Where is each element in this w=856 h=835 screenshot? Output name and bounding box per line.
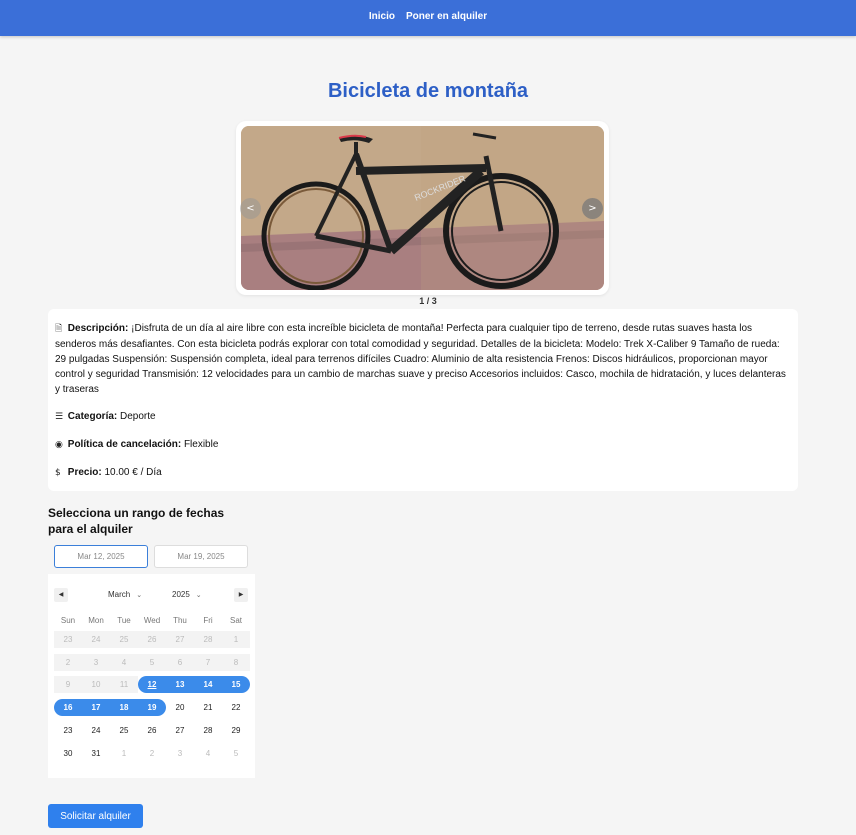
month-select[interactable]: March ⌄ — [108, 590, 142, 599]
carousel-next-button[interactable]: > — [582, 198, 603, 219]
calendar-day: 8 — [233, 657, 239, 667]
nav-link-poner-en-alquiler[interactable]: Poner en alquiler — [406, 11, 487, 22]
weekday-label: Thu — [173, 616, 187, 625]
calendar-day-selected[interactable]: 16 — [54, 699, 82, 716]
calendar-days-grid: 23 24 25 26 27 28 1 2 3 4 5 6 7 8 9 10 11 12 13 14 15 16 17 18 1… — [54, 631, 250, 778]
calendar-day-selected[interactable]: 14 — [194, 676, 222, 693]
calendar-day: 9 — [65, 680, 71, 690]
chevron-down-icon: ⌄ — [136, 591, 143, 599]
calendar-day[interactable]: 25 — [110, 722, 138, 739]
month-select-value: March — [108, 590, 131, 599]
calendar-day[interactable]: 26 — [138, 722, 166, 739]
calendar-day[interactable]: 22 — [222, 699, 250, 716]
weekday-label: Fri — [203, 616, 213, 625]
calendar-day: 10 — [91, 680, 101, 690]
calendar-day-selected[interactable]: 12 — [138, 676, 166, 693]
weekday-label: Mon — [88, 616, 104, 625]
year-select[interactable]: 2025 ⌄ — [172, 590, 202, 599]
calendar-day-selected[interactable]: 18 — [110, 699, 138, 716]
calendar-day: 3 — [93, 657, 99, 667]
calendar-day[interactable]: 31 — [82, 745, 110, 762]
year-select-value: 2025 — [172, 590, 190, 599]
nav-link-inicio[interactable]: Inicio — [369, 11, 395, 22]
calendar-day[interactable]: 30 — [54, 745, 82, 762]
price-value: 10.00 € / Día — [104, 467, 162, 478]
calendar-day: 6 — [177, 657, 183, 667]
calendar-day[interactable]: 24 — [82, 722, 110, 739]
policy-label: Política de cancelación: — [67, 439, 182, 450]
calendar-day-selected[interactable]: 13 — [166, 676, 194, 693]
calendar-day: 28 — [203, 635, 213, 644]
calendar-day-selected[interactable]: 17 — [82, 699, 110, 716]
calendar-day: 24 — [91, 635, 101, 644]
category-row: ☰ Categoría: Deporte — [55, 409, 791, 425]
chevron-down-icon: ⌄ — [195, 591, 202, 599]
calendar-day: 4 — [205, 748, 211, 758]
bike-photo-illustration: ROCKRIDER — [241, 126, 604, 290]
calendar-day: 4 — [121, 657, 127, 667]
description-label: Descripción: — [67, 323, 129, 334]
page-title: Bicicleta de montaña — [327, 80, 529, 102]
document-icon: 🗎 — [55, 324, 63, 334]
calendar-day: 2 — [65, 657, 71, 667]
category-value: Deporte — [120, 411, 156, 422]
category-label: Categoría: — [67, 411, 118, 422]
calendar-day[interactable]: 21 — [194, 699, 222, 716]
weekday-label: Sat — [229, 616, 242, 625]
weekday-label: Tue — [117, 616, 131, 625]
layers-icon: ☰ — [55, 412, 64, 422]
end-date-input[interactable]: Mar 19, 2025 — [154, 545, 248, 568]
calendar-day: 7 — [205, 657, 211, 667]
date-picker-calendar: ◀ March ⌄ 2025 ⌄ ▶ Sun Mon Tue Wed Thu Fri Sat 2… — [48, 574, 255, 778]
price-row: $ Precio: 10.00 € / Día — [55, 465, 791, 481]
calendar-day: 1 — [233, 635, 239, 644]
calendar-day: 11 — [119, 680, 129, 690]
description-text: ¡Disfruta de un día al aire libre con es… — [55, 323, 786, 395]
calendar-day[interactable]: 29 — [222, 722, 250, 739]
calendar-day: 23 — [63, 635, 73, 644]
calendar-prev-month-button[interactable]: ◀ — [54, 588, 68, 602]
dollar-icon: $ — [55, 468, 61, 478]
calendar-day: 3 — [177, 748, 183, 758]
calendar-day-selected[interactable]: 19 — [138, 699, 166, 716]
weekday-label: Wed — [143, 616, 161, 625]
calendar-day[interactable]: 28 — [194, 722, 222, 739]
weekday-label: Sun — [60, 616, 76, 625]
calendar-day: 27 — [175, 635, 185, 644]
calendar-day: 5 — [149, 657, 155, 667]
calendar-day-selected[interactable]: 15 — [222, 676, 250, 693]
carousel-prev-button[interactable]: < — [240, 198, 261, 219]
top-navbar: Inicio Poner en alquiler — [0, 0, 856, 36]
calendar-day: 26 — [147, 635, 157, 644]
details-card: 🗎 Descripción: ¡Disfruta de un día al ai… — [48, 309, 798, 491]
description-row: 🗎 Descripción: ¡Disfruta de un día al ai… — [55, 321, 791, 397]
bike-photo: ROCKRIDER — [241, 126, 604, 290]
calendar-day: 25 — [119, 635, 129, 644]
calendar-next-month-button[interactable]: ▶ — [234, 588, 248, 602]
request-rental-button[interactable]: Solicitar alquiler — [48, 804, 143, 828]
date-range-heading: Selecciona un rango de fechas para el al… — [48, 506, 225, 536]
calendar-day[interactable]: 27 — [166, 722, 194, 739]
start-date-input[interactable]: Mar 12, 2025 — [54, 545, 148, 568]
image-carousel: ROCKRIDER < > — [236, 121, 609, 295]
calendar-day[interactable]: 23 — [54, 722, 82, 739]
calendar-day[interactable]: 20 — [166, 699, 194, 716]
policy-row: ◉ Política de cancelación: Flexible — [55, 437, 791, 453]
carousel-counter: 1 / 3 — [419, 296, 437, 306]
calendar-day: 5 — [233, 748, 239, 758]
price-label: Precio: — [67, 467, 102, 478]
policy-value: Flexible — [183, 439, 219, 450]
circle-dot-icon: ◉ — [55, 440, 63, 450]
calendar-day: 2 — [149, 748, 155, 758]
calendar-day: 1 — [121, 748, 127, 758]
